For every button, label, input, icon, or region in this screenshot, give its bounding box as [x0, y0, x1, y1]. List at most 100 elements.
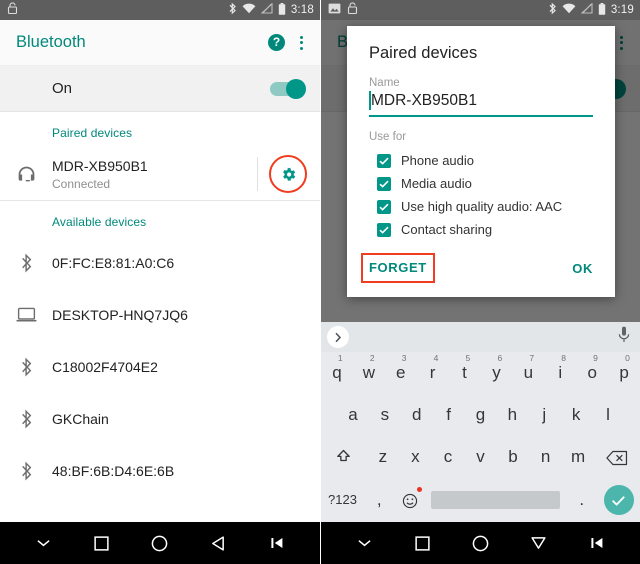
key-v[interactable]: v	[464, 436, 497, 478]
keyboard-row-2: a s d f g h j k l	[321, 394, 640, 436]
key-p[interactable]: 0p	[608, 352, 640, 394]
recents-square-icon[interactable]	[85, 526, 119, 560]
key-a[interactable]: a	[337, 394, 369, 436]
key-n[interactable]: n	[529, 436, 562, 478]
checkbox-icon[interactable]	[377, 222, 391, 237]
battery-icon	[598, 2, 606, 18]
available-device-row[interactable]: 48:BF:6B:D4:6E:6B	[0, 445, 320, 497]
checkbox-label: Contact sharing	[401, 222, 493, 237]
app-bar: Bluetooth ?	[0, 20, 320, 66]
bluetooth-settings-screen: 3:18 Bluetooth ? On Paired devices MDR-X…	[0, 0, 320, 564]
paired-device-row[interactable]: MDR-XB950B1 Connected	[0, 148, 320, 200]
key-m[interactable]: m	[562, 436, 595, 478]
key-u[interactable]: 7u	[512, 352, 544, 394]
device-name: 48:BF:6B:D4:6E:6B	[52, 463, 175, 479]
status-bar: 3:18	[0, 0, 320, 20]
checkbox-icon[interactable]	[377, 153, 391, 168]
key-b[interactable]: b	[497, 436, 530, 478]
key-i[interactable]: 8i	[544, 352, 576, 394]
key-y[interactable]: 6y	[481, 352, 513, 394]
key-period[interactable]: .	[566, 479, 597, 521]
home-circle-icon[interactable]	[143, 526, 177, 560]
device-name: 0F:FC:E8:81:A0:C6	[52, 255, 175, 271]
battery-icon	[278, 2, 286, 18]
navigation-bar	[321, 522, 640, 564]
microphone-icon[interactable]	[618, 326, 630, 348]
overflow-menu-icon[interactable]	[297, 34, 306, 52]
key-o[interactable]: 9o	[576, 352, 608, 394]
chevron-down-icon[interactable]	[347, 526, 381, 560]
bluetooth-toggle-row[interactable]: On	[0, 66, 320, 112]
available-device-row[interactable]: DESKTOP-HNQ7JQ6	[0, 289, 320, 341]
back-triangle-icon[interactable]	[201, 526, 235, 560]
status-bar: 3:19	[321, 0, 640, 20]
paired-device-dialog-screen: 3:19 Bluetooth ? On Paired devices Name …	[320, 0, 640, 564]
dialog-actions: FORGET OK	[347, 241, 615, 297]
key-t[interactable]: 5t	[449, 352, 481, 394]
key-h[interactable]: h	[496, 394, 528, 436]
keyboard-row-3: z x c v b n m	[321, 436, 640, 478]
bluetooth-toggle-switch[interactable]	[270, 78, 306, 99]
key-l[interactable]: l	[592, 394, 624, 436]
key-f[interactable]: f	[433, 394, 465, 436]
name-input[interactable]: MDR-XB950B1	[369, 91, 593, 117]
emoji-icon[interactable]	[395, 479, 426, 521]
checkbox-row-high-quality-audio[interactable]: Use high quality audio: AAC	[369, 195, 593, 218]
checkbox-icon[interactable]	[377, 176, 391, 191]
ok-button[interactable]: OK	[572, 261, 593, 276]
device-settings-button[interactable]	[266, 152, 310, 196]
key-j[interactable]: j	[528, 394, 560, 436]
chevron-down-icon[interactable]	[26, 526, 60, 560]
key-r[interactable]: 4r	[417, 352, 449, 394]
status-time: 3:18	[290, 4, 314, 16]
key-x[interactable]: x	[399, 436, 432, 478]
home-circle-icon[interactable]	[463, 526, 497, 560]
shift-icon[interactable]	[321, 436, 367, 478]
key-w[interactable]: 2w	[353, 352, 385, 394]
available-device-row[interactable]: 0F:FC:E8:81:A0:C6	[0, 237, 320, 289]
bluetooth-toggle-label: On	[52, 80, 73, 97]
keyboard-row-1: 1q 2w 3e 4r 5t 6y 7u 8i 9o 0p	[321, 352, 640, 394]
key-d[interactable]: d	[401, 394, 433, 436]
emoji-badge-dot	[416, 487, 422, 492]
checkbox-label: Use high quality audio: AAC	[401, 199, 563, 214]
key-k[interactable]: k	[560, 394, 592, 436]
available-devices-header: Available devices	[52, 215, 147, 229]
keyboard-row-4: ?123 , .	[321, 478, 640, 522]
checkbox-icon[interactable]	[377, 199, 391, 214]
symbols-key[interactable]: ?123	[321, 479, 364, 521]
key-e[interactable]: 3e	[385, 352, 417, 394]
device-name: DESKTOP-HNQ7JQ6	[52, 307, 188, 323]
bluetooth-icon	[0, 409, 52, 430]
signal-off-icon	[580, 2, 593, 17]
space-key[interactable]	[425, 491, 566, 509]
key-z[interactable]: z	[367, 436, 400, 478]
chevron-right-icon[interactable]	[327, 326, 349, 348]
enter-key[interactable]	[597, 485, 640, 515]
checkbox-row-contact-sharing[interactable]: Contact sharing	[369, 218, 593, 241]
backspace-icon[interactable]	[594, 436, 640, 478]
text-cursor	[369, 91, 371, 110]
on-screen-keyboard: 1q 2w 3e 4r 5t 6y 7u 8i 9o 0p a s d f g …	[321, 322, 640, 522]
checkbox-row-phone-audio[interactable]: Phone audio	[369, 149, 593, 172]
checkbox-row-media-audio[interactable]: Media audio	[369, 172, 593, 195]
skip-previous-icon[interactable]	[260, 526, 294, 560]
checkbox-label: Media audio	[401, 176, 472, 191]
help-icon[interactable]: ?	[268, 34, 285, 51]
use-for-label: Use for	[369, 131, 407, 143]
lock-icon	[347, 2, 358, 18]
key-comma[interactable]: ,	[364, 479, 395, 521]
available-device-row[interactable]: C18002F4704E2	[0, 341, 320, 393]
key-q[interactable]: 1q	[321, 352, 353, 394]
key-s[interactable]: s	[369, 394, 401, 436]
screenshot-icon	[328, 3, 341, 17]
skip-previous-icon[interactable]	[580, 526, 614, 560]
laptop-icon	[0, 307, 52, 323]
down-triangle-icon[interactable]	[522, 526, 556, 560]
key-c[interactable]: c	[432, 436, 465, 478]
available-device-row[interactable]: GKChain	[0, 393, 320, 445]
forget-button[interactable]: FORGET	[361, 253, 435, 283]
key-g[interactable]: g	[465, 394, 497, 436]
check-icon	[603, 485, 634, 515]
recents-square-icon[interactable]	[405, 526, 439, 560]
